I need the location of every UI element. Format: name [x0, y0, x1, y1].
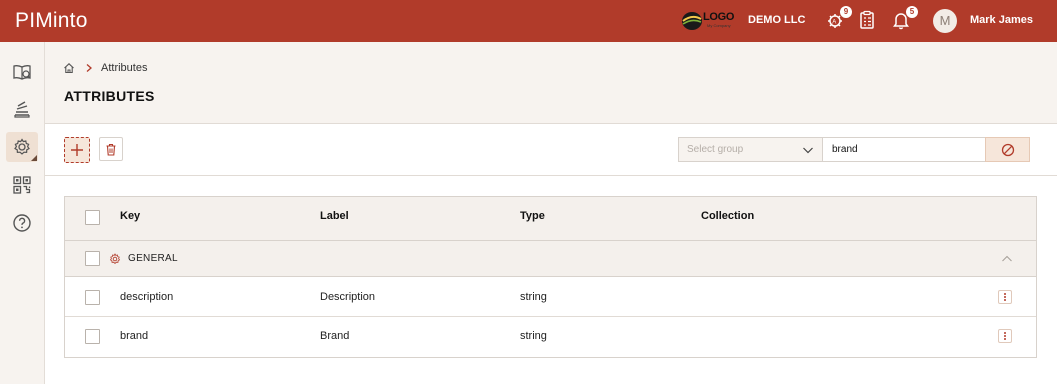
- select-all-checkbox[interactable]: [85, 210, 100, 225]
- group-select-placeholder: Select group: [687, 144, 744, 155]
- tasks-badge: 9: [840, 6, 852, 18]
- trash-icon: [106, 143, 116, 156]
- toolbar: Select group: [45, 124, 1057, 176]
- sidebar-item-help[interactable]: [6, 208, 38, 238]
- cell-type: string: [520, 330, 547, 342]
- sidebar-item-qr[interactable]: [6, 170, 38, 200]
- company-logo: LOGO My Company: [681, 10, 739, 32]
- logo-text: LOGO: [703, 11, 735, 23]
- attributes-table: Key Label Type Collection GENERAL descri…: [64, 196, 1037, 358]
- user-avatar[interactable]: M: [933, 9, 957, 33]
- books-icon: [14, 101, 30, 118]
- table-header: Key Label Type Collection: [65, 197, 1036, 241]
- logo-globe-icon: [682, 12, 702, 30]
- clear-search-button[interactable]: [985, 137, 1030, 162]
- group-row[interactable]: GENERAL: [65, 241, 1036, 277]
- chevron-right-icon: [86, 64, 92, 72]
- page-title: ATTRIBUTES: [64, 88, 155, 104]
- page-header: Attributes ATTRIBUTES: [45, 42, 1057, 124]
- table-row[interactable]: description Description string: [65, 277, 1036, 317]
- breadcrumb: Attributes: [63, 60, 147, 76]
- tasks-button[interactable]: A 9: [824, 6, 852, 31]
- reports-button[interactable]: [856, 9, 878, 31]
- sidebar-item-catalog[interactable]: [6, 57, 38, 87]
- cell-key: description: [120, 291, 174, 303]
- notifications-button[interactable]: 5: [890, 6, 918, 31]
- chevron-down-icon: [803, 147, 813, 154]
- table-row[interactable]: brand Brand string: [65, 317, 1036, 357]
- breadcrumb-current: Attributes: [101, 62, 148, 74]
- plus-icon: [71, 144, 83, 156]
- delete-button[interactable]: [99, 137, 123, 161]
- clear-icon: [1001, 143, 1014, 156]
- home-icon[interactable]: [63, 62, 75, 74]
- sidebar-item-settings[interactable]: [6, 132, 38, 162]
- sidebar-item-books[interactable]: [6, 94, 38, 124]
- logo-subtext: My Company: [707, 23, 731, 28]
- group-label: GENERAL: [128, 253, 178, 264]
- column-header-key[interactable]: Key: [120, 210, 140, 222]
- add-attribute-button[interactable]: [64, 137, 90, 163]
- help-icon: [13, 214, 31, 232]
- notifications-badge: 5: [906, 6, 918, 18]
- qr-code-icon: [13, 176, 31, 194]
- cell-key: brand: [120, 330, 149, 342]
- chevron-up-icon[interactable]: [1001, 254, 1013, 264]
- cell-label: Brand: [320, 330, 350, 342]
- submenu-indicator: [31, 155, 37, 161]
- cell-type: string: [520, 291, 547, 303]
- row-actions-button[interactable]: [998, 329, 1012, 343]
- column-header-label[interactable]: Label: [320, 210, 349, 222]
- group-gear-icon: [109, 253, 121, 264]
- column-header-collection[interactable]: Collection: [701, 210, 754, 222]
- sidebar: [0, 42, 45, 384]
- svg-text:A: A: [832, 20, 836, 26]
- clipboard-icon: [860, 10, 874, 29]
- search-input[interactable]: [822, 137, 986, 162]
- row-checkbox[interactable]: [85, 290, 100, 305]
- user-name[interactable]: Mark James: [970, 14, 1033, 26]
- group-checkbox[interactable]: [85, 251, 100, 266]
- cell-label: Description: [320, 291, 376, 303]
- company-name[interactable]: DEMO LLC: [748, 14, 805, 26]
- top-bar: PIMinto LOGO My Company DEMO LLC A 9 5 M…: [0, 0, 1057, 42]
- group-select[interactable]: Select group: [678, 137, 823, 162]
- row-checkbox[interactable]: [85, 329, 100, 344]
- catalog-icon: [13, 65, 31, 80]
- column-header-type[interactable]: Type: [520, 210, 545, 222]
- row-actions-button[interactable]: [998, 290, 1012, 304]
- app-title[interactable]: PIMinto: [15, 9, 88, 33]
- gear-icon: [14, 138, 30, 155]
